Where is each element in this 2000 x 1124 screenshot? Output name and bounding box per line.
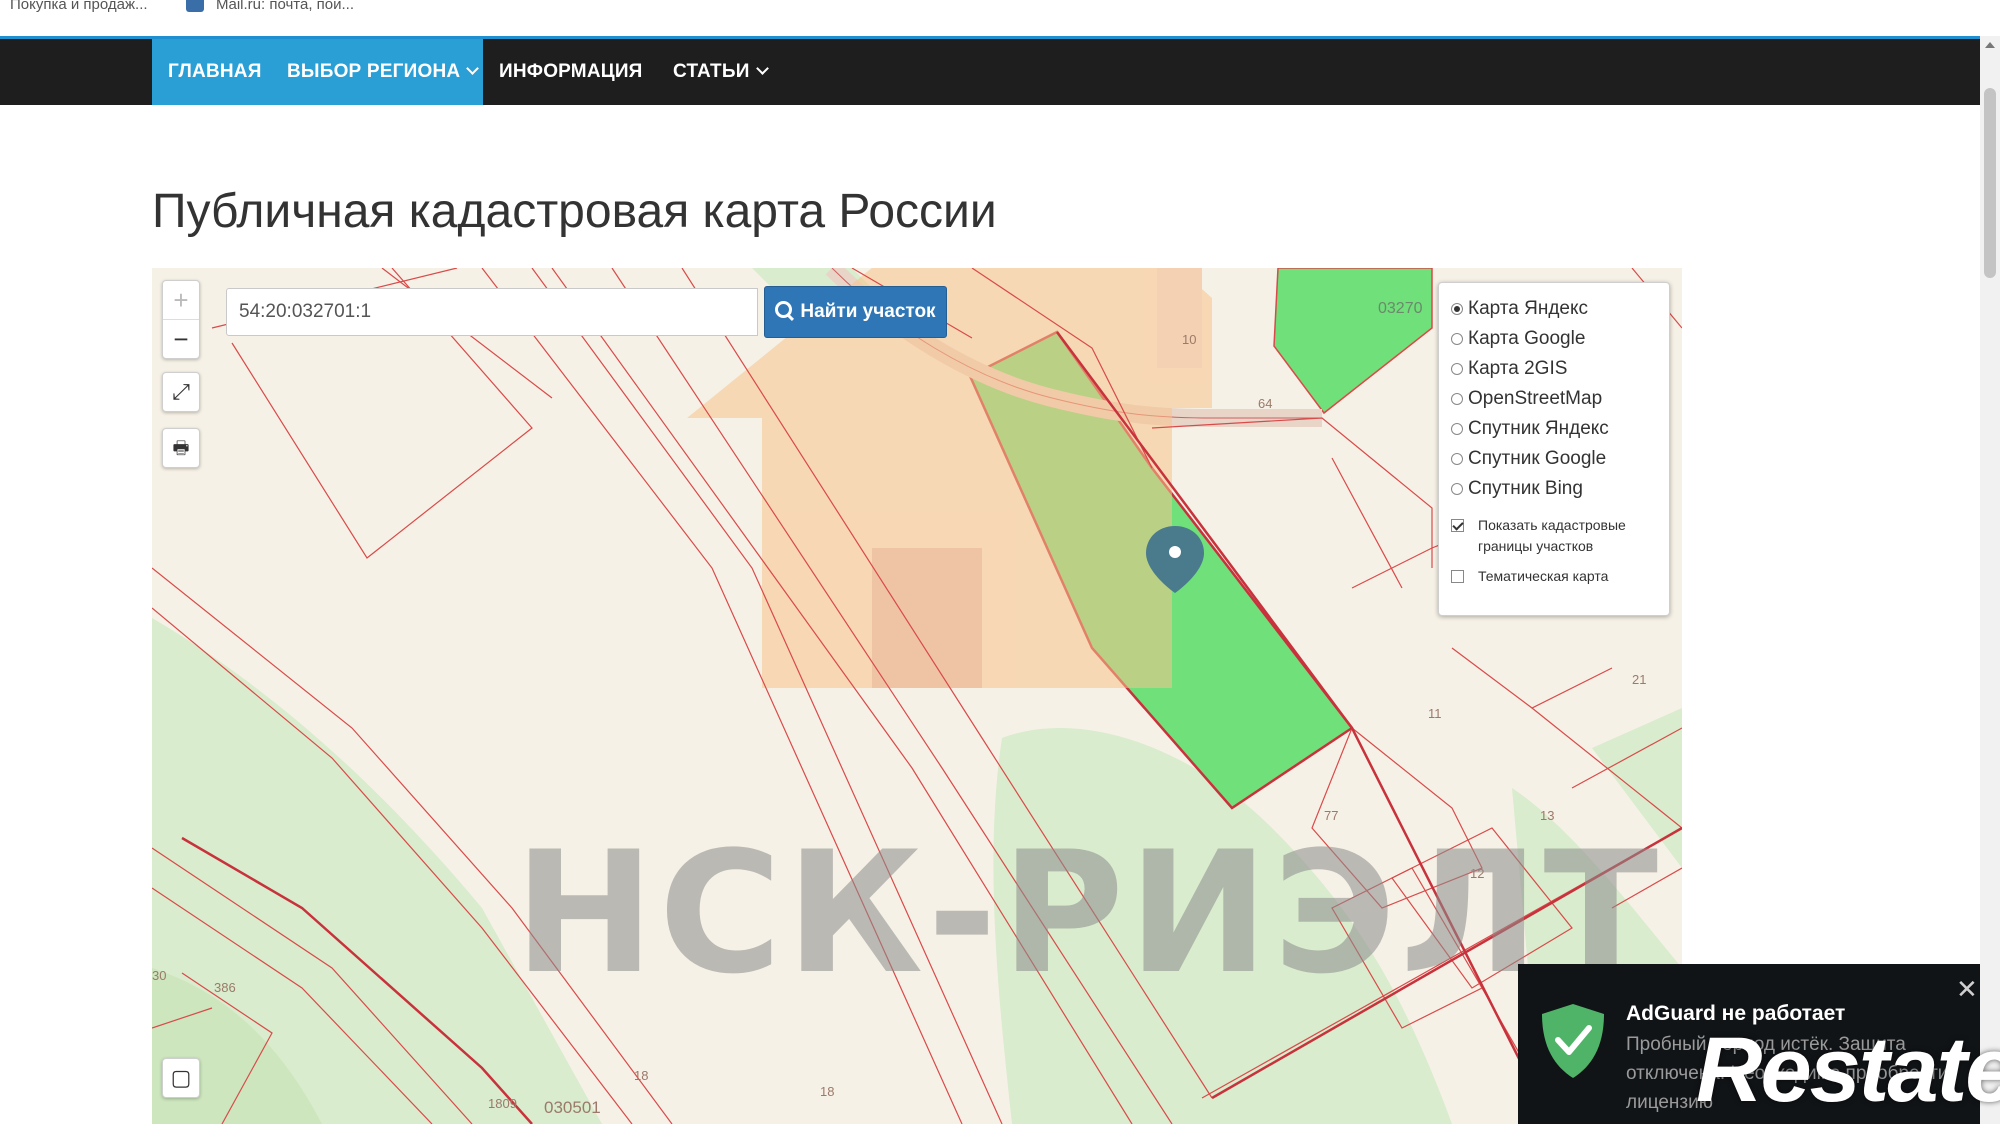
map-label: 03270 xyxy=(1378,300,1423,317)
map-label: 386 xyxy=(214,980,236,995)
chevron-down-icon xyxy=(755,62,769,75)
layer-option-openstreetmap[interactable]: OpenStreetMap xyxy=(1451,385,1602,413)
chevron-down-icon xyxy=(466,62,480,75)
option-thematic-map[interactable]: Тематическая карта xyxy=(1451,566,1651,587)
zoom-out-button[interactable]: − xyxy=(163,320,199,358)
nav-item-home[interactable]: ГЛАВНАЯ xyxy=(168,39,262,105)
scroll-up-arrow-icon[interactable] xyxy=(1985,42,1995,48)
layer-option-google-satellite[interactable]: Спутник Google xyxy=(1451,445,1606,473)
map-label: 030501 xyxy=(544,1098,601,1117)
radio-selected-icon[interactable] xyxy=(1451,303,1463,315)
checkbox-icon[interactable] xyxy=(1451,570,1464,583)
layer-option-yandex-satellite[interactable]: Спутник Яндекс xyxy=(1451,415,1609,443)
radio-icon[interactable] xyxy=(1451,333,1463,345)
bookmark-item[interactable]: Mail.ru: почта, пои... xyxy=(216,0,354,16)
nav-item-articles[interactable]: СТАТЬИ xyxy=(673,39,769,105)
radio-icon[interactable] xyxy=(1451,363,1463,375)
layer-option-2gis-map[interactable]: Карта 2GIS xyxy=(1451,355,1567,383)
mailru-favicon-icon xyxy=(186,0,204,12)
map-label: 18 xyxy=(634,1068,649,1083)
cadastral-number-input[interactable] xyxy=(226,288,758,336)
map-label: 18 xyxy=(820,1084,835,1099)
map-label: 21 xyxy=(1632,672,1647,687)
layer-option-bing-satellite[interactable]: Спутник Bing xyxy=(1451,475,1583,503)
scrollbar-thumb[interactable] xyxy=(1984,88,1996,278)
watermark-text: НСК-РИЭЛТ xyxy=(514,815,1663,1011)
page-scrollbar[interactable] xyxy=(1980,36,2000,1124)
map-label: 30 xyxy=(152,968,167,983)
shield-check-icon xyxy=(1542,1004,1604,1078)
cadastral-map[interactable]: 03270 10 64 11 21 77 13 12 386 30 18 18 … xyxy=(152,268,1682,1124)
layer-switch-button[interactable]: ▢ xyxy=(162,1058,200,1098)
square-icon: ▢ xyxy=(170,1065,192,1090)
page-title: Публичная кадастровая карта России xyxy=(152,185,997,238)
search-icon xyxy=(775,301,793,318)
close-icon[interactable]: ✕ xyxy=(1956,976,1978,1002)
nav-item-region[interactable]: ВЫБОР РЕГИОНА xyxy=(287,39,480,105)
top-nav: ГЛАВНАЯ ВЫБОР РЕГИОНА ИНФОРМАЦИЯ СТАТЬИ xyxy=(0,39,1980,105)
layers-panel: Карта Яндекс Карта Google Карта 2GIS Ope… xyxy=(1438,282,1670,616)
map-label: 11 xyxy=(1428,706,1442,721)
option-show-cadastral-borders[interactable]: Показать кадастровые границы участков xyxy=(1451,515,1651,557)
nav-item-info[interactable]: ИНФОРМАЦИЯ xyxy=(499,39,643,105)
map-label: 10 xyxy=(1182,332,1197,347)
map-label: 64 xyxy=(1258,396,1273,411)
radio-icon[interactable] xyxy=(1451,483,1463,495)
layer-option-google-map[interactable]: Карта Google xyxy=(1451,325,1585,353)
radio-icon[interactable] xyxy=(1451,453,1463,465)
checkbox-checked-icon[interactable] xyxy=(1451,519,1464,532)
zoom-control: + − xyxy=(162,280,200,359)
radio-icon[interactable] xyxy=(1451,423,1463,435)
printer-icon: 🖶 xyxy=(172,438,190,458)
bookmarks-bar: Покупка и продаж... Mail.ru: почта, пои.… xyxy=(0,0,2000,39)
expand-icon: ⤢ xyxy=(172,379,190,404)
restate-logo: Restate xyxy=(1696,1019,2000,1121)
fullscreen-button[interactable]: ⤢ xyxy=(162,372,200,412)
radio-icon[interactable] xyxy=(1451,393,1463,405)
map-label: 1809 xyxy=(488,1096,517,1111)
find-parcel-button[interactable]: Найти участок xyxy=(764,286,947,338)
layer-option-yandex-map[interactable]: Карта Яндекс xyxy=(1451,295,1588,323)
bookmark-item[interactable]: Покупка и продаж... xyxy=(10,0,148,16)
zoom-in-button[interactable]: + xyxy=(163,281,199,319)
print-button[interactable]: 🖶 xyxy=(162,428,200,468)
